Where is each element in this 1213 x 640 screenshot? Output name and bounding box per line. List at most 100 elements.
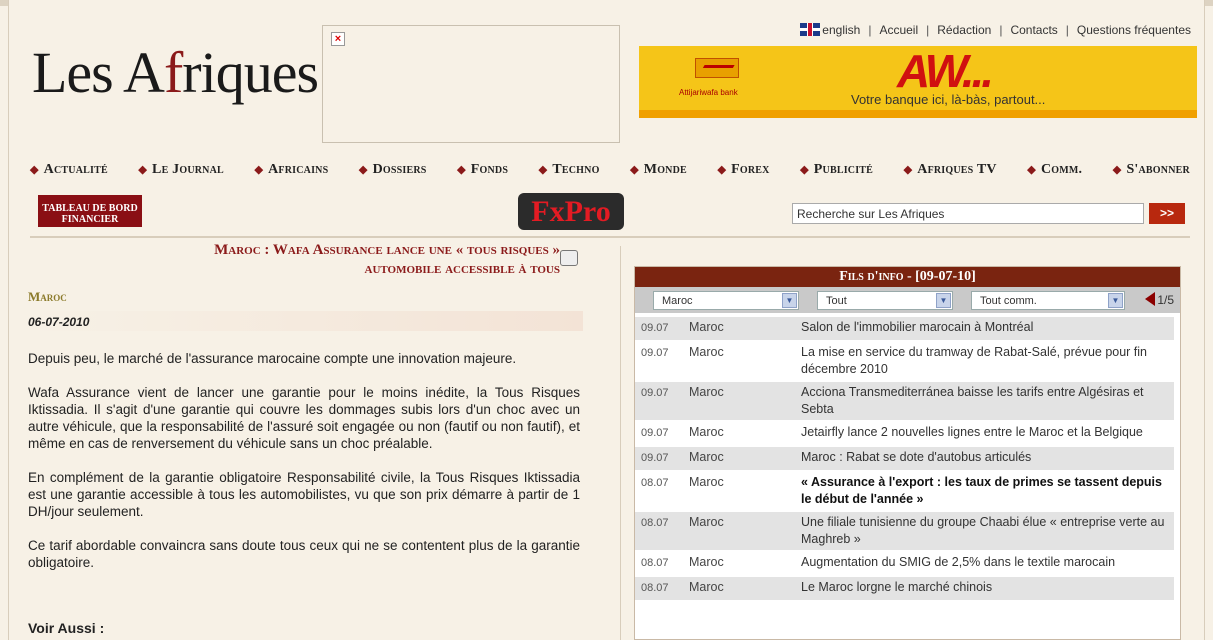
search-input[interactable]: Recherche sur Les Afriques [792, 203, 1144, 224]
fils-filters: Maroc ▼ Tout ▼ Tout comm. ▼ 1/5 [635, 287, 1180, 313]
news-row[interactable]: 09.07 Maroc Jetairfly lance 2 nouvelles li… [635, 422, 1174, 445]
bank-name: Attijariwafa bank [679, 88, 738, 97]
article-paragraph: Depuis peu, le marché de l'assurance mar… [28, 351, 517, 366]
banner-slogan: AW... [897, 44, 994, 98]
news-date: 08.07 [641, 557, 669, 569]
article-paragraph: En complément de la garantie obligatoire… [28, 470, 580, 519]
link-contacts[interactable]: Contacts [1010, 23, 1057, 37]
bank-logo-icon [695, 58, 739, 78]
link-accueil[interactable]: Accueil [879, 23, 918, 37]
tableau-line2: FINANCIER [61, 214, 119, 225]
logo-text-f: f [163, 40, 183, 105]
tableau-line1: TABLEAU DE BORD [42, 203, 138, 214]
nav-techno[interactable]: ◆ Techno [539, 162, 600, 178]
nav-monde[interactable]: ◆ Monde [630, 162, 687, 178]
tableau-de-bord-button[interactable]: TABLEAU DE BORD FINANCIER [38, 195, 142, 227]
fils-info-panel: Fils d'info - [09-07-10] Maroc ▼ Tout ▼ To… [634, 266, 1181, 640]
banner-slogan-dots: ... [961, 45, 994, 97]
type-select[interactable]: Tout ▼ [817, 291, 953, 310]
news-row[interactable]: 09.07 Maroc Salon de l'immobilier marocain… [635, 317, 1174, 340]
news-date: 09.07 [641, 452, 669, 464]
nav-forex[interactable]: ◆ Forex [717, 162, 769, 178]
news-row[interactable]: 08.07 Maroc « Assurance à l'export : les t… [635, 472, 1174, 510]
article-paragraph: Ce tarif abordable convaincra sans doute… [28, 538, 580, 570]
pager: 1/5 [1145, 292, 1174, 307]
news-headline-link[interactable]: La mise en service du tramway de Rabat-S… [795, 342, 1174, 380]
nav-sabonner[interactable]: ◆ S'abonner [1113, 162, 1190, 178]
broken-image-icon: × [331, 32, 345, 46]
news-headline-link[interactable]: Salon de l'immobilier marocain à Montréa… [795, 317, 1174, 340]
nav-le-journal[interactable]: ◆ Le Journal [138, 162, 224, 178]
article-date: 06-07-2010 [28, 311, 583, 331]
top-links: english | Accueil | Rédaction | Contacts | Quest… [800, 23, 1191, 37]
article-title: Maroc : Wafa Assurance lance une « tous … [40, 241, 560, 279]
article-title-line1: Maroc : Wafa Assurance lance une « tous … [214, 242, 560, 258]
news-row[interactable]: 09.07 Maroc La mise en service du tramway … [635, 342, 1174, 380]
news-headline-link[interactable]: Augmentation du SMIG de 2,5% dans le tex… [795, 552, 1174, 575]
news-country: Maroc [689, 580, 724, 594]
site-logo[interactable]: Les Afriques [32, 18, 319, 128]
banner-slogan-main: AW [897, 45, 965, 97]
link-faq[interactable]: Questions fréquentes [1077, 23, 1191, 37]
fils-info-title: Fils d'info - [09-07-10] [635, 267, 1180, 287]
news-headline-link[interactable]: Le Maroc lorgne le marché chinois [795, 577, 1174, 600]
article-paragraph: Wafa Assurance vient de lancer une garan… [28, 385, 580, 451]
link-redaction[interactable]: Rédaction [937, 23, 991, 37]
news-country: Maroc [689, 320, 724, 334]
nav-africains[interactable]: ◆ Africains [254, 162, 328, 178]
pager-text: 1/5 [1157, 293, 1174, 307]
news-row[interactable]: 08.07 Maroc Une filiale tunisienne du grou… [635, 512, 1174, 550]
chevron-down-icon: ▼ [782, 293, 797, 308]
news-date: 09.07 [641, 347, 669, 359]
logo-text-post: riques [182, 40, 319, 105]
nav-publicite[interactable]: ◆ Publicité [800, 162, 873, 178]
news-row[interactable]: 08.07 Maroc Le Maroc lorgne le marché chin… [635, 577, 1174, 600]
link-english[interactable]: english [822, 23, 860, 37]
nav-dossiers[interactable]: ◆ Dossiers [359, 162, 427, 178]
news-headline-link[interactable]: « Assurance à l'export : les taux de pri… [795, 472, 1174, 510]
broken-image-placeholder: × [322, 25, 620, 143]
main-nav: ◆ Actualité ◆ Le Journal ◆ Africains ◆ Dossi… [30, 162, 1190, 178]
news-date: 08.07 [641, 477, 669, 489]
header-divider [30, 236, 1190, 238]
comment-select[interactable]: Tout comm. ▼ [971, 291, 1125, 310]
news-country: Maroc [689, 475, 724, 489]
logo-text-pre: Les A [32, 40, 165, 105]
nav-afriques-tv[interactable]: ◆ Afriques TV [904, 162, 997, 178]
news-country: Maroc [689, 450, 724, 464]
news-date: 09.07 [641, 322, 669, 334]
news-country: Maroc [689, 345, 724, 359]
voir-aussi-heading: Voir Aussi : [28, 620, 105, 636]
news-headline-link[interactable]: Acciona Transmediterránea baisse les tar… [795, 382, 1174, 420]
uk-flag-icon [800, 23, 821, 36]
column-divider [620, 246, 621, 640]
article-category[interactable]: Maroc [28, 289, 67, 305]
nav-actualite[interactable]: ◆ Actualité [30, 162, 108, 178]
banner-tagline: Votre banque ici, là-bàs, partout... [851, 92, 1046, 107]
search-button[interactable]: >> [1149, 203, 1185, 224]
banner-stripe [639, 110, 1197, 118]
news-date: 08.07 [641, 517, 669, 529]
news-row[interactable]: 09.07 Maroc Maroc : Rabat se dote d'autobu… [635, 447, 1174, 470]
news-headline-link[interactable]: Une filiale tunisienne du groupe Chaabi … [795, 512, 1174, 550]
nav-fonds[interactable]: ◆ Fonds [457, 162, 508, 178]
news-country: Maroc [689, 425, 724, 439]
news-country: Maroc [689, 385, 724, 399]
article-body: Depuis peu, le marché de l'assurance mar… [28, 350, 580, 588]
chevron-down-icon: ▼ [1108, 293, 1123, 308]
news-headline-link[interactable]: Maroc : Rabat se dote d'autobus articulé… [795, 447, 1174, 470]
prev-arrow-icon[interactable] [1145, 292, 1156, 306]
chevron-down-icon: ▼ [936, 293, 951, 308]
country-select[interactable]: Maroc ▼ [653, 291, 799, 310]
fils-list: 09.07 Maroc Salon de l'immobilier marocain… [635, 313, 1180, 600]
news-country: Maroc [689, 555, 724, 569]
news-headline-link[interactable]: Jetairfly lance 2 nouvelles lignes entre… [795, 422, 1174, 445]
news-date: 08.07 [641, 582, 669, 594]
fxpro-ad[interactable]: FxPro [518, 193, 624, 230]
ad-banner[interactable]: Attijariwafa bank AW... Votre banque ici… [639, 44, 1197, 118]
nav-comm[interactable]: ◆ Comm. [1027, 162, 1082, 178]
print-icon[interactable] [560, 250, 578, 266]
news-country: Maroc [689, 515, 724, 529]
news-row[interactable]: 08.07 Maroc Augmentation du SMIG de 2,5% d… [635, 552, 1174, 575]
news-row[interactable]: 09.07 Maroc Acciona Transmediterránea bais… [635, 382, 1174, 420]
